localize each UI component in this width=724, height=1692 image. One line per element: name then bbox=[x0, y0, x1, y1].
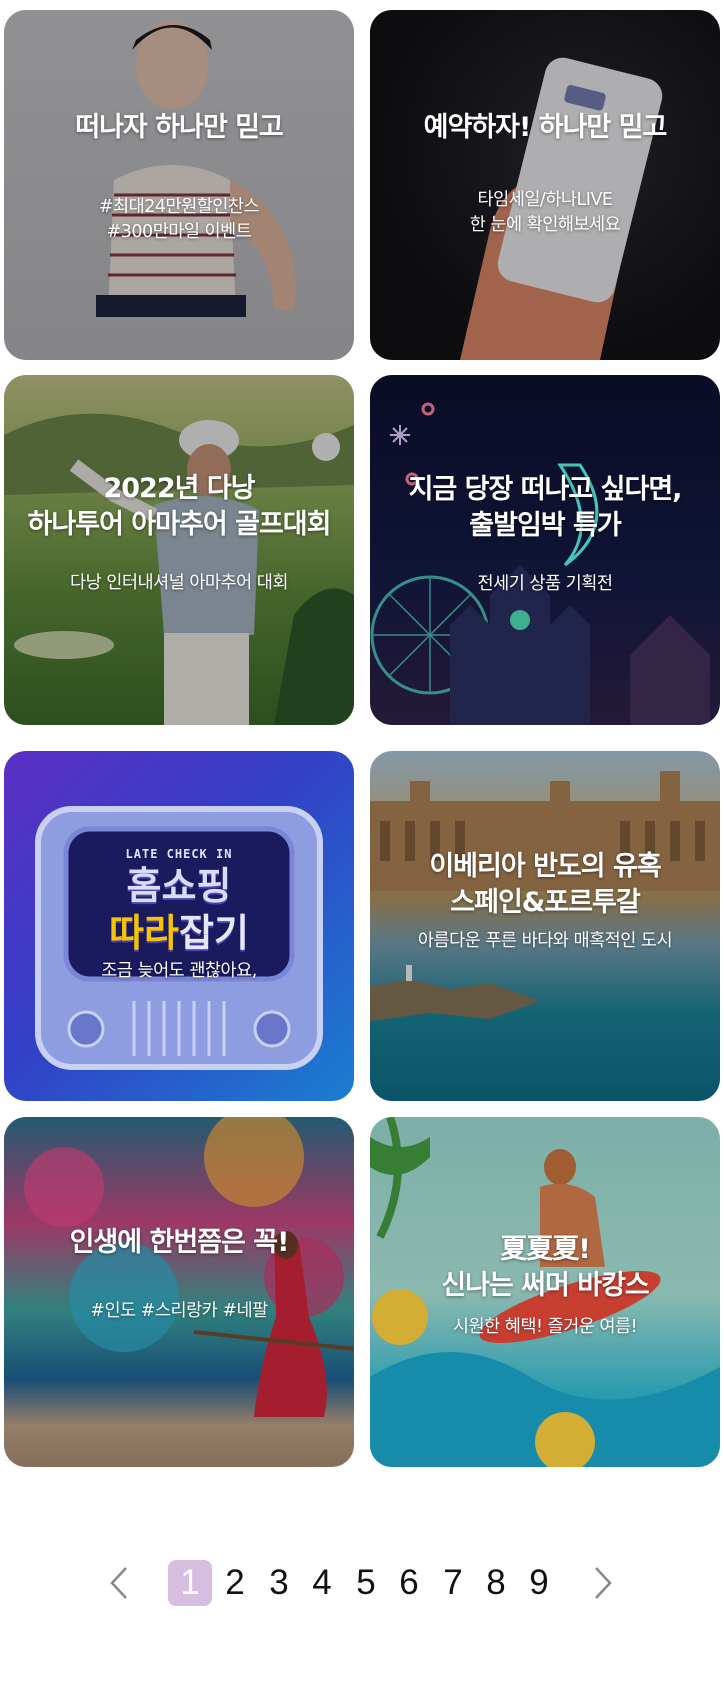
card-subtitle: 전세기 상품 기획전 bbox=[477, 574, 613, 594]
card-title: 2022년 다낭 하나투어 아마추어 골프대회 bbox=[27, 473, 332, 540]
card-overlay bbox=[4, 10, 354, 360]
promo-card-india[interactable]: 인생에 한번쯤은 꼭! #인도 #스리랑카 #네팔 bbox=[4, 1117, 354, 1467]
page-link-9[interactable]: 9 bbox=[517, 1560, 561, 1606]
pagination: 1 2 3 4 5 6 7 8 9 bbox=[0, 1558, 724, 1608]
card-subtitle: 아름다운 푸른 바다와 매혹적인 도시 bbox=[417, 931, 673, 951]
page-link-3[interactable]: 3 bbox=[257, 1560, 301, 1606]
page-link-7[interactable]: 7 bbox=[431, 1560, 475, 1606]
card-title: 이베리아 반도의 유혹 스페인&포르투갈 bbox=[429, 851, 661, 918]
page-link-8[interactable]: 8 bbox=[474, 1560, 518, 1606]
page-link-5[interactable]: 5 bbox=[344, 1560, 388, 1606]
card-subtitle: 조금 늦어도 괜찮아요, bbox=[101, 961, 257, 981]
tv-art-line-2-rest: 잡기 bbox=[179, 911, 249, 955]
tv-art-line-2-highlight: 따라 bbox=[109, 911, 179, 955]
card-subtitle: 다낭 인터내셔널 아마추어 대회 bbox=[70, 573, 289, 593]
promo-card-summer[interactable]: 夏夏夏! 신나는 써머 바캉스 시원한 혜택! 즐거운 여름! bbox=[370, 1117, 720, 1467]
card-subtitle: #최대24만원할인찬스 #300만마일 이벤트 bbox=[98, 197, 260, 242]
card-overlay bbox=[370, 751, 720, 1101]
page-link-1[interactable]: 1 bbox=[168, 1560, 212, 1606]
promo-card-last-minute[interactable]: 지금 당장 떠나고 싶다면, 출발임박 특가 전세기 상품 기획전 bbox=[370, 375, 720, 725]
card-overlay bbox=[4, 1117, 354, 1467]
page-link-2[interactable]: 2 bbox=[213, 1560, 257, 1606]
chevron-right-icon[interactable] bbox=[582, 1558, 622, 1608]
chevron-left-icon[interactable] bbox=[100, 1558, 140, 1608]
card-subtitle: 타임세일/하나LIVE 한 눈에 확인해보세요 bbox=[469, 190, 621, 235]
promo-card-danang-golf[interactable]: 2022년 다낭 하나투어 아마추어 골프대회 다낭 인터내셔널 아마추어 대회 bbox=[4, 375, 354, 725]
page-link-6[interactable]: 6 bbox=[387, 1560, 431, 1606]
promo-card-reservation[interactable]: 예약하자! 하나만 믿고 타임세일/하나LIVE 한 눈에 확인해보세요 bbox=[370, 10, 720, 360]
card-title: 夏夏夏! 신나는 써머 바캉스 bbox=[441, 1234, 650, 1301]
card-overlay bbox=[4, 375, 354, 725]
promo-card-hana-trust[interactable]: 떠나자 하나만 믿고 #최대24만원할인찬스 #300만마일 이벤트 bbox=[4, 10, 354, 360]
card-title: 떠나자 하나만 믿고 bbox=[75, 112, 284, 143]
card-title: 지금 당장 떠나고 싶다면, 출발임박 특가 bbox=[408, 474, 683, 541]
card-subtitle: #인도 #스리랑카 #네팔 bbox=[90, 1301, 268, 1321]
promo-card-iberia[interactable]: 이베리아 반도의 유혹 스페인&포르투갈 아름다운 푸른 바다와 매혹적인 도시 bbox=[370, 751, 720, 1101]
page-link-4[interactable]: 4 bbox=[300, 1560, 344, 1606]
card-title: 인생에 한번쯤은 꼭! bbox=[69, 1227, 290, 1258]
tv-art-small-text: LATE CHECK IN bbox=[125, 847, 233, 861]
promo-card-homeshopping[interactable]: LATE CHECK IN 홈쇼핑 따라잡기 조금 늦어도 괜찮아요, bbox=[4, 751, 354, 1101]
tv-art-line-1: 홈쇼핑 bbox=[126, 864, 232, 908]
card-subtitle: 시원한 혜택! 즐거운 여름! bbox=[452, 1317, 638, 1337]
card-overlay bbox=[370, 375, 720, 725]
card-overlay bbox=[370, 10, 720, 360]
card-title: 예약하자! 하나만 믿고 bbox=[423, 112, 668, 143]
tv-art-line-2: 따라잡기 bbox=[4, 911, 354, 955]
